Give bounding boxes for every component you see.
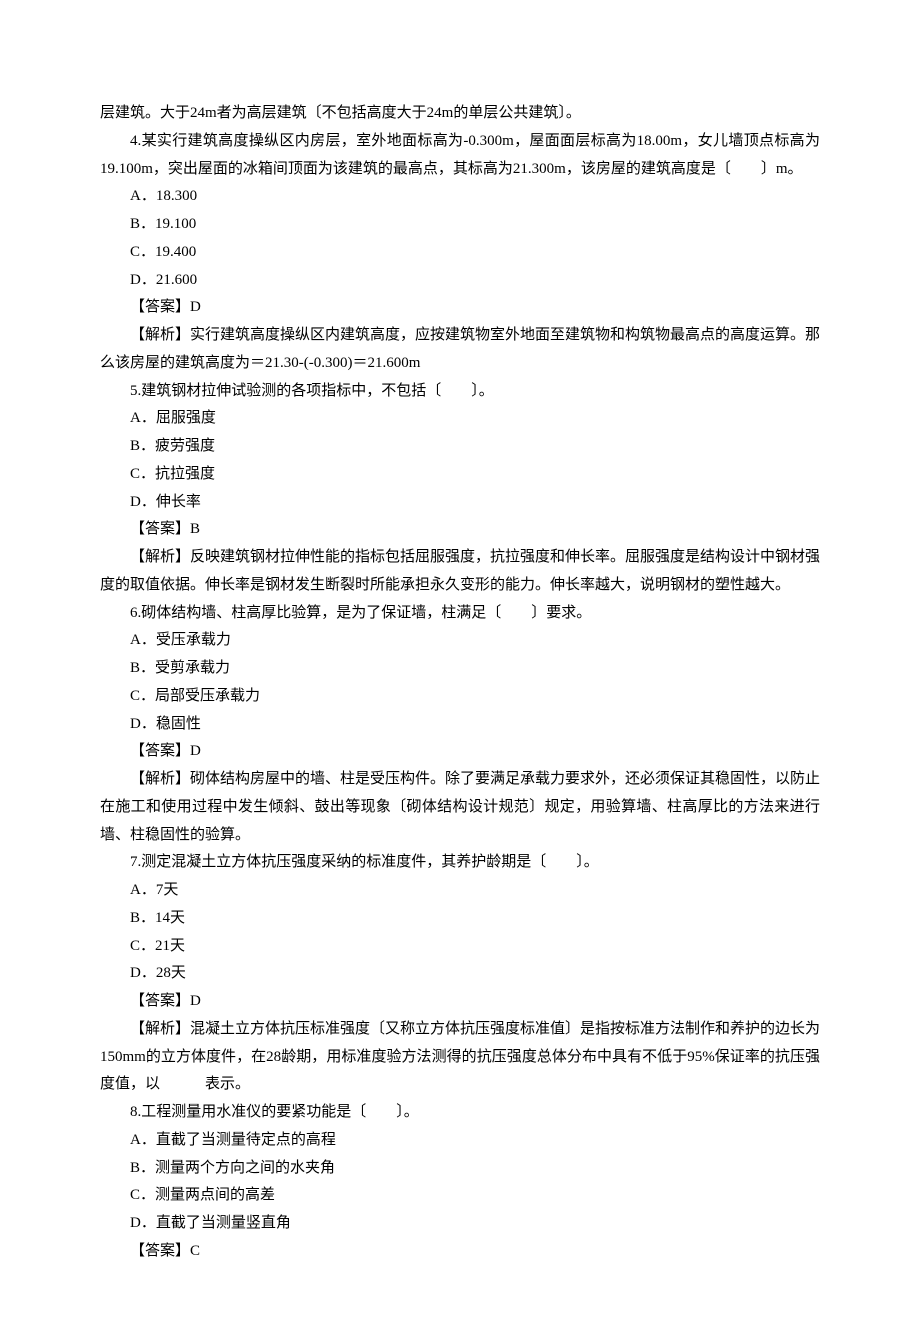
q7-stem: 7.测定混凝土立方体抗压强度采纳的标准度件，其养护龄期是〔 〕。 (100, 849, 820, 877)
q8-option-a: A．直截了当测量待定点的高程 (100, 1127, 820, 1155)
q5-answer: 【答案】B (100, 516, 820, 544)
q5-explanation: 【解析】反映建筑钢材拉伸性能的指标包括屈服强度，抗拉强度和伸长率。屈服强度是结构… (100, 544, 820, 600)
q7-option-d: D．28天 (100, 960, 820, 988)
q4-answer: 【答案】D (100, 294, 820, 322)
q7-answer: 【答案】D (100, 988, 820, 1016)
q6-option-c: C．局部受压承载力 (100, 683, 820, 711)
q6-explanation: 【解析】砌体结构房屋中的墙、柱是受压构件。除了要满足承载力要求外，还必须保证其稳… (100, 766, 820, 849)
q4-explanation: 【解析】实行建筑高度操纵区内建筑高度，应按建筑物室外地面至建筑物和构筑物最高点的… (100, 322, 820, 378)
q7-option-c: C．21天 (100, 933, 820, 961)
q8-option-d: D．直截了当测量竖直角 (100, 1210, 820, 1238)
intro-line: 层建筑。大于24m者为高层建筑〔不包括高度大于24m的单层公共建筑〕。 (100, 100, 820, 128)
q7-explanation: 【解析】混凝土立方体抗压标准强度〔又称立方体抗压强度标准值〕是指按标准方法制作和… (100, 1016, 820, 1099)
q8-answer: 【答案】C (100, 1238, 820, 1266)
q5-option-c: C．抗拉强度 (100, 461, 820, 489)
q5-option-d: D．伸长率 (100, 489, 820, 517)
q6-option-b: B．受剪承载力 (100, 655, 820, 683)
q5-stem: 5.建筑钢材拉伸试验测的各项指标中，不包括〔 〕。 (100, 378, 820, 406)
q4-option-b: B．19.100 (100, 211, 820, 239)
q6-stem: 6.砌体结构墙、柱高厚比验算，是为了保证墙，柱满足〔 〕要求。 (100, 600, 820, 628)
q4-option-c: C．19.400 (100, 239, 820, 267)
q8-option-c: C．测量两点间的高差 (100, 1182, 820, 1210)
q4-stem: 4.某实行建筑高度操纵区内房层，室外地面标高为-0.300m，屋面面层标高为18… (100, 128, 820, 184)
q8-stem: 8.工程测量用水准仪的要紧功能是〔 〕。 (100, 1099, 820, 1127)
q4-option-a: A．18.300 (100, 183, 820, 211)
q6-option-d: D．稳固性 (100, 711, 820, 739)
q7-option-b: B．14天 (100, 905, 820, 933)
q5-option-a: A．屈服强度 (100, 405, 820, 433)
q7-option-a: A．7天 (100, 877, 820, 905)
q5-option-b: B．疲劳强度 (100, 433, 820, 461)
q8-option-b: B．测量两个方向之间的水夹角 (100, 1155, 820, 1183)
q6-answer: 【答案】D (100, 738, 820, 766)
q4-option-d: D．21.600 (100, 267, 820, 295)
q6-option-a: A．受压承载力 (100, 627, 820, 655)
